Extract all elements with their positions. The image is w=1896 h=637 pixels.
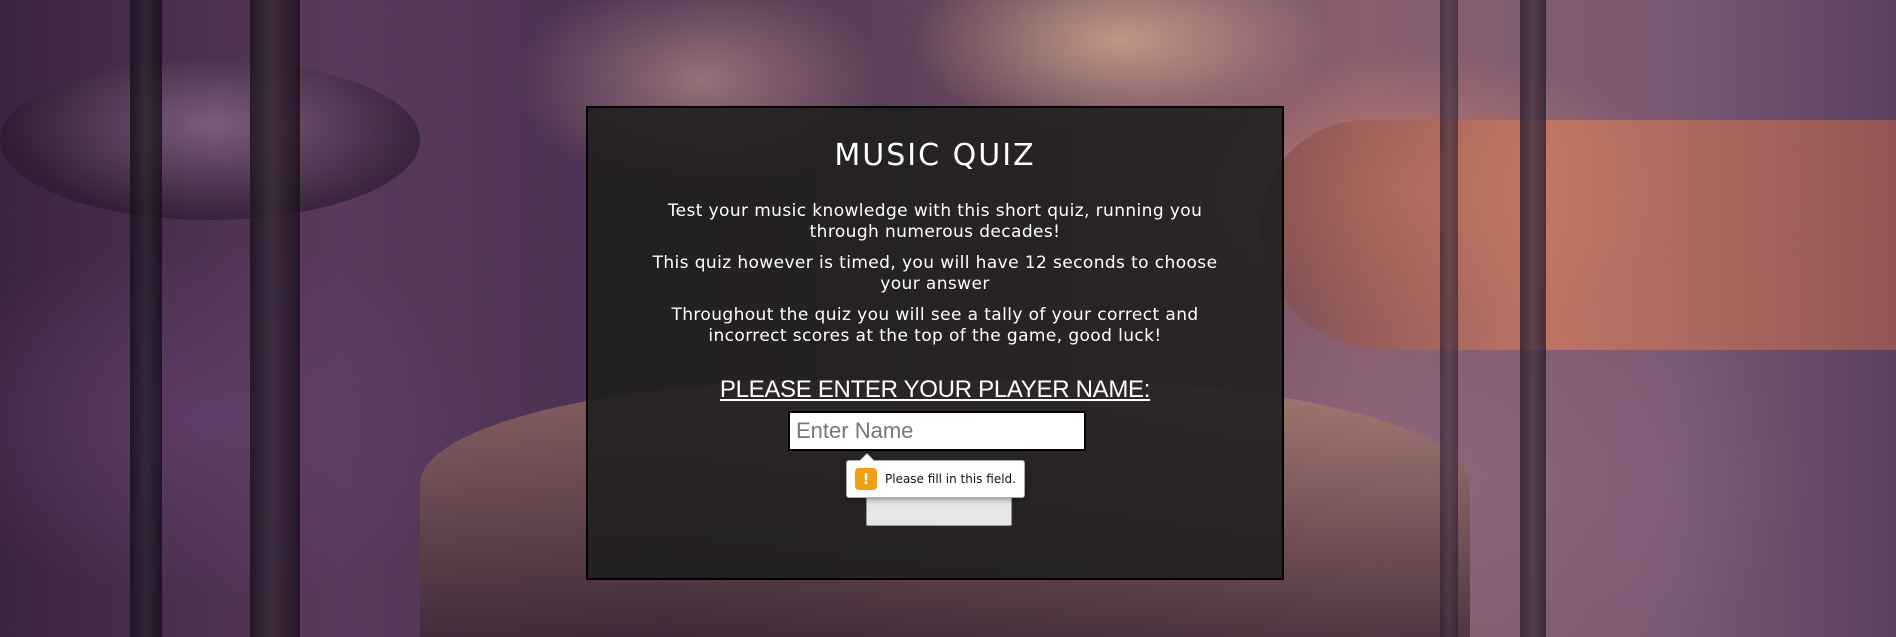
validation-tooltip: ! Please fill in this field.	[846, 453, 1025, 498]
player-name-prompt: PLEASE ENTER YOUR PLAYER NAME:	[719, 376, 1151, 403]
player-name-input[interactable]	[788, 411, 1086, 451]
background-stand	[130, 0, 162, 637]
intro-paragraph: Throughout the quiz you will see a tally…	[671, 305, 1199, 346]
background-stand	[1440, 0, 1458, 637]
background-drummer-arm	[1260, 120, 1896, 350]
background-drum-left	[0, 60, 420, 220]
quiz-start-card: MUSIC QUIZ Test your music knowledge wit…	[586, 106, 1284, 580]
intro-paragraph: Test your music knowledge with this shor…	[667, 201, 1203, 242]
background-stand	[1520, 0, 1546, 637]
intro-text: Test your music knowledge with this shor…	[628, 201, 1242, 357]
page-title: MUSIC QUIZ	[834, 138, 1036, 173]
background-stand	[250, 0, 300, 637]
validation-message: Please fill in this field.	[885, 472, 1016, 486]
intro-paragraph: This quiz however is timed, you will hav…	[652, 253, 1218, 294]
warning-icon: !	[855, 468, 877, 490]
